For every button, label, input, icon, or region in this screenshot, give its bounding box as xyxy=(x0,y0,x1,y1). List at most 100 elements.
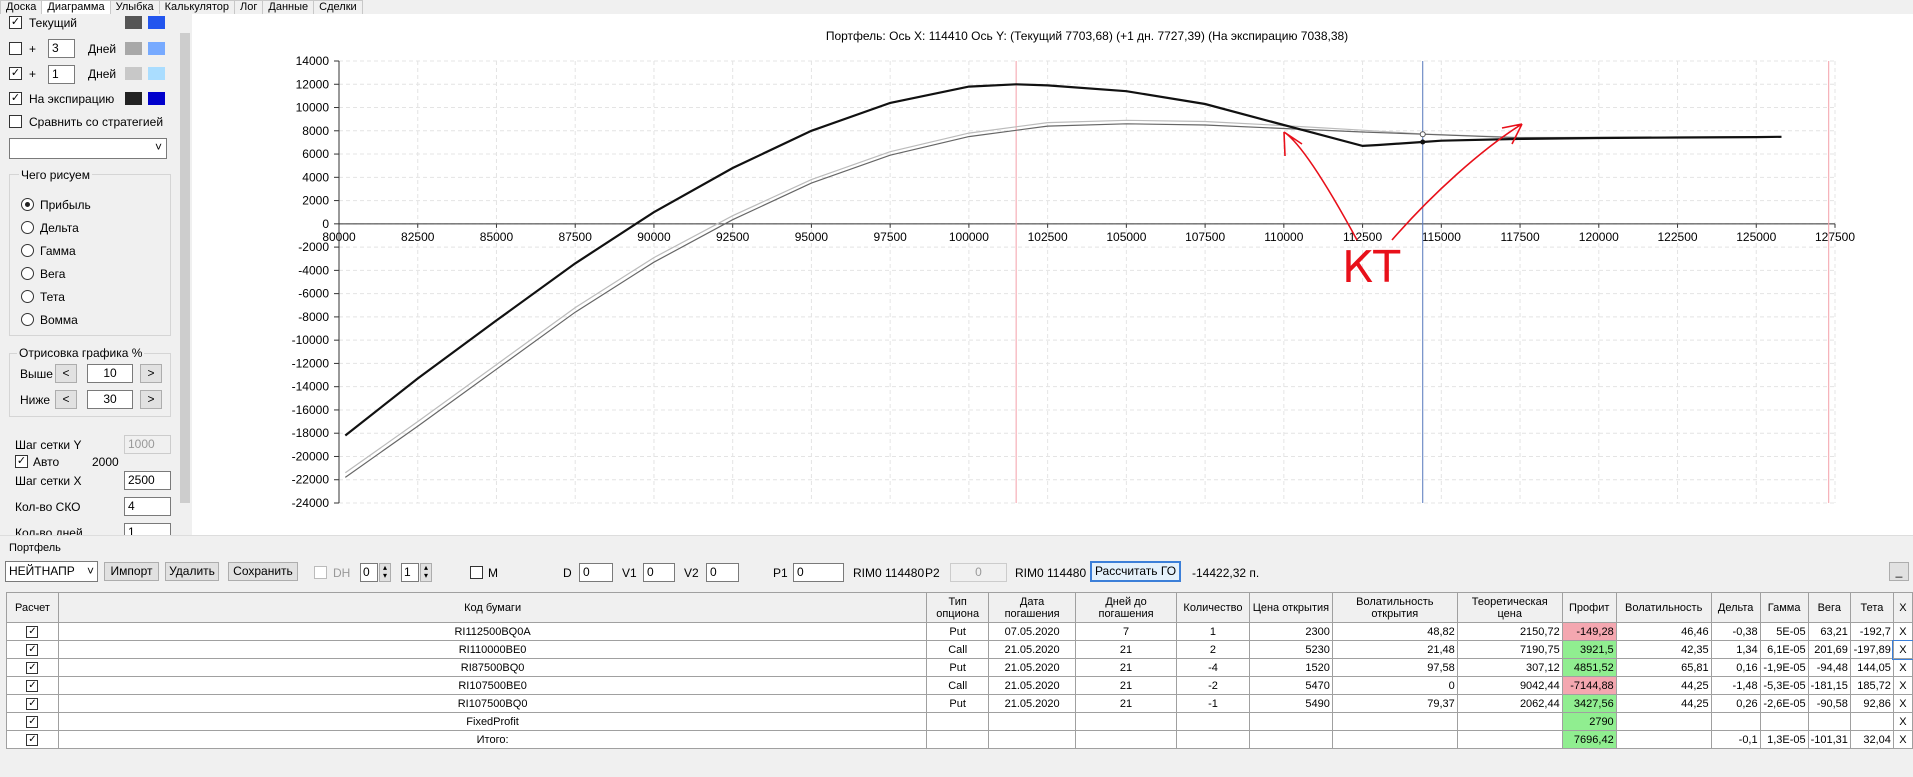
grid-x-input[interactable]: 2500 xyxy=(124,471,171,490)
column-header[interactable]: Код бумаги xyxy=(57,592,928,623)
dh-checkbox[interactable] xyxy=(314,566,327,579)
tab-4[interactable]: Калькулятор xyxy=(158,0,236,14)
above-inc-button[interactable]: > xyxy=(140,364,162,383)
radio-3[interactable] xyxy=(21,244,34,257)
tab-5[interactable]: Лог xyxy=(234,0,264,14)
calc-checkbox[interactable]: ✓ xyxy=(26,661,39,674)
table-row[interactable]: ✓ RI107500BQ0 Put 21.05.2020 21 -1 5490 79,37 20… xyxy=(6,694,1913,713)
calc-checkbox[interactable]: ✓ xyxy=(26,643,39,656)
calc-checkbox[interactable]: ✓ xyxy=(26,679,39,692)
radio-1[interactable] xyxy=(21,198,34,211)
radio-2[interactable] xyxy=(21,221,34,234)
compare-checkbox[interactable] xyxy=(9,115,22,128)
remove-row-button[interactable]: X xyxy=(1892,694,1913,713)
remove-row-button[interactable]: X xyxy=(1892,622,1913,641)
remove-row-button[interactable]: X xyxy=(1892,730,1913,749)
tab-7[interactable]: Сделки xyxy=(313,0,363,14)
column-header[interactable]: Дельта xyxy=(1710,592,1761,623)
expiry-color-b[interactable] xyxy=(148,92,165,105)
calc-checkbox[interactable]: ✓ xyxy=(26,697,39,710)
above-input[interactable]: 10 xyxy=(87,364,133,383)
calc-checkbox[interactable]: ✓ xyxy=(26,715,39,728)
plus1-color-b[interactable] xyxy=(148,67,165,80)
delete-button[interactable]: Удалить xyxy=(165,562,219,581)
table-row[interactable]: ✓ FixedProfit 2790 X xyxy=(6,712,1913,731)
column-header[interactable]: Дата погашения xyxy=(988,592,1077,623)
remove-row-button[interactable]: X xyxy=(1892,676,1913,695)
remove-row-button[interactable]: X xyxy=(1892,639,1913,660)
column-header[interactable]: Количество xyxy=(1175,592,1250,623)
dh-input-b[interactable]: 1 xyxy=(401,563,419,582)
table-row[interactable]: ✓ RI107500BE0 Call 21.05.2020 21 -2 5470 0 9042,… xyxy=(6,676,1913,695)
expiry-color-a[interactable] xyxy=(125,92,142,105)
dh-spinner-a[interactable]: ▴ ▾ xyxy=(379,563,391,582)
import-button[interactable]: Импорт xyxy=(104,562,159,581)
below-inc-button[interactable]: > xyxy=(140,390,162,409)
calculate-go-button[interactable]: Рассчитать ГО xyxy=(1090,561,1181,582)
column-header[interactable]: Расчет xyxy=(6,592,59,623)
radio-5[interactable] xyxy=(21,290,34,303)
save-button[interactable]: Сохранить xyxy=(228,562,298,581)
auto-checkbox[interactable]: ✓ xyxy=(15,455,28,468)
below-input[interactable]: 30 xyxy=(87,390,133,409)
remove-row-button[interactable]: X xyxy=(1892,658,1913,677)
plus1-checkbox[interactable]: ✓ xyxy=(9,67,22,80)
p2-input[interactable]: 0 xyxy=(950,563,1007,582)
table-cell: Put xyxy=(926,658,990,677)
left-scrollbar-thumb[interactable] xyxy=(180,33,190,503)
column-header[interactable]: Вега xyxy=(1807,592,1851,623)
table-cell: -181,15 xyxy=(1807,676,1851,695)
table-row[interactable]: ✓ RI112500BQ0A Put 07.05.2020 7 1 2300 48,82 215… xyxy=(6,622,1913,641)
d-input[interactable]: 0 xyxy=(579,563,613,582)
dh-input-a[interactable]: 0 xyxy=(360,563,378,582)
plus3-checkbox[interactable] xyxy=(9,42,22,55)
payoff-chart[interactable]: Портфель: Ось X: 114410 Ось Y: (Текущий … xyxy=(192,14,1913,535)
calc-checkbox[interactable]: ✓ xyxy=(26,733,39,746)
column-header[interactable]: Профит xyxy=(1561,592,1617,623)
plus3-days-input[interactable]: 3 xyxy=(48,39,75,58)
column-header[interactable]: Тип опциона xyxy=(926,592,990,623)
table-row[interactable]: ✓ Итого: 7696,42 -0,1 1,3E-05 -101,31 32,04 X xyxy=(6,730,1913,749)
tab-3[interactable]: Улыбка xyxy=(109,0,160,14)
column-header[interactable]: Дней до погашения xyxy=(1075,592,1177,623)
y-tick-label: -10000 xyxy=(292,333,330,347)
expiry-checkbox[interactable]: ✓ xyxy=(9,92,22,105)
plus3-color-b[interactable] xyxy=(148,42,165,55)
column-header[interactable]: Волатильность xyxy=(1615,592,1712,623)
minimize-button[interactable]: _ xyxy=(1889,562,1909,581)
m-checkbox[interactable] xyxy=(470,566,483,579)
calc-checkbox[interactable]: ✓ xyxy=(26,625,39,638)
dh-spinner-b[interactable]: ▴ ▾ xyxy=(420,563,432,582)
column-header[interactable]: Волатильность открытия xyxy=(1331,592,1458,623)
sko-input[interactable]: 4 xyxy=(124,497,171,516)
current-checkbox[interactable]: ✓ xyxy=(9,16,22,29)
radio-4[interactable] xyxy=(21,267,34,280)
column-header[interactable]: X xyxy=(1892,592,1913,623)
table-row[interactable]: ✓ RI87500BQ0 Put 21.05.2020 21 -4 1520 97,58 307… xyxy=(6,658,1913,677)
remove-row-button[interactable]: X xyxy=(1892,712,1913,731)
v1-input[interactable]: 0 xyxy=(643,563,675,582)
plus3-color-a[interactable] xyxy=(125,42,142,55)
strategy-compare-select[interactable]: ˅ xyxy=(9,138,167,159)
current-color-b[interactable] xyxy=(148,16,165,29)
panel-splitter[interactable] xyxy=(0,535,1913,542)
strategy-select[interactable]: НЕЙТНАПР ˅ xyxy=(5,561,98,582)
below-dec-button[interactable]: < xyxy=(55,390,77,409)
p1-input[interactable]: 0 xyxy=(793,563,844,582)
column-header[interactable]: Гамма xyxy=(1759,592,1809,623)
grid-y-input[interactable]: 1000 xyxy=(124,435,171,454)
plus1-days-input[interactable]: 1 xyxy=(48,65,75,84)
table-row[interactable]: ✓ RI110000BE0 Call 21.05.2020 21 2 5230 21,48 71… xyxy=(6,639,1913,660)
column-header[interactable]: Теоретическая цена xyxy=(1456,592,1563,623)
above-dec-button[interactable]: < xyxy=(55,364,77,383)
current-color-a[interactable] xyxy=(125,16,142,29)
tab-2[interactable]: Диаграмма xyxy=(41,0,111,15)
column-header[interactable]: Тета xyxy=(1849,592,1894,623)
column-header[interactable]: Цена открытия xyxy=(1248,592,1333,623)
radio-6[interactable] xyxy=(21,313,34,326)
days-count-input[interactable]: 1 xyxy=(124,523,171,535)
tab-6[interactable]: Данные xyxy=(262,0,315,14)
plus1-color-a[interactable] xyxy=(125,67,142,80)
tab-1[interactable]: Доска xyxy=(0,0,43,14)
v2-input[interactable]: 0 xyxy=(706,563,739,582)
